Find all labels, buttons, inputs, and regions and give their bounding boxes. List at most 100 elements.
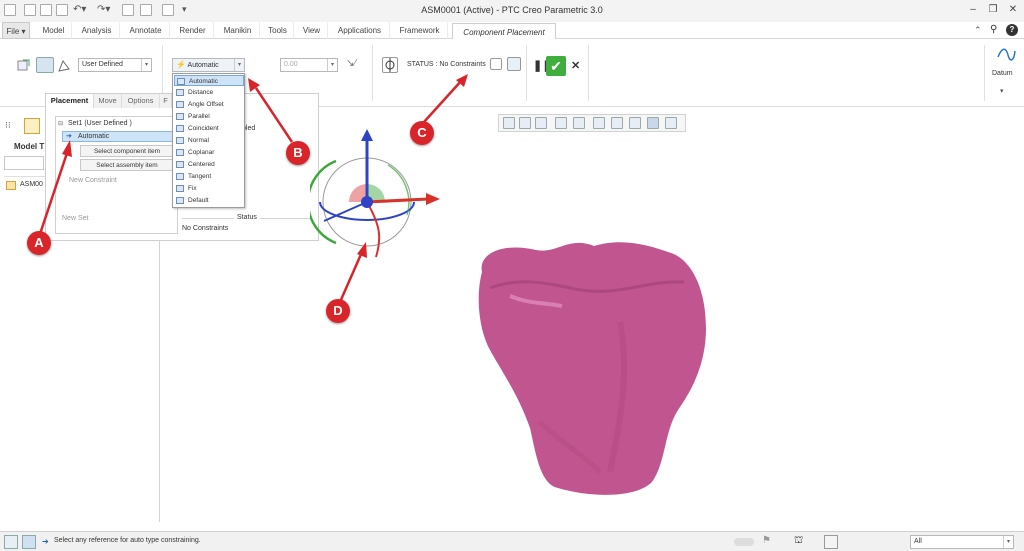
- select-assembly-item[interactable]: Select assembly item: [80, 159, 174, 171]
- tree-filter-icon[interactable]: ⁝⁝: [5, 120, 17, 132]
- tab-framework[interactable]: Framework: [392, 22, 448, 39]
- dragger-ring-x[interactable]: [366, 201, 381, 258]
- datum-icon[interactable]: [996, 45, 1016, 65]
- annotation-display-icon[interactable]: [665, 117, 677, 129]
- divider: [372, 45, 373, 101]
- menu-item-label: Coplanar: [188, 149, 215, 156]
- menu-item-default[interactable]: Default: [174, 195, 244, 206]
- tab-placement[interactable]: Placement: [46, 94, 94, 108]
- datum-label[interactable]: Datum: [992, 70, 1013, 77]
- tab-view[interactable]: View: [296, 22, 328, 39]
- select-component-item[interactable]: Select component item: [80, 145, 174, 157]
- show-navigator-icon[interactable]: [4, 535, 18, 549]
- menu-item-parallel[interactable]: Parallel: [174, 111, 244, 122]
- saved-orientations-icon[interactable]: [593, 117, 605, 129]
- parallel-icon: [176, 113, 184, 120]
- menu-item-angle-offset[interactable]: Angle Offset: [174, 99, 244, 110]
- zoom-out-icon[interactable]: [535, 117, 547, 129]
- new-constraint-link[interactable]: New Constraint: [69, 177, 117, 184]
- menu-item-coplanar[interactable]: Coplanar: [174, 147, 244, 158]
- regen-status-icon: [734, 538, 754, 546]
- flip-constraint-icon[interactable]: ↘⁄: [346, 58, 362, 72]
- tab-component-placement[interactable]: Component Placement: [452, 23, 556, 40]
- chevron-down-icon[interactable]: ▾: [1000, 87, 1004, 95]
- menu-item-label: Parallel: [188, 113, 210, 120]
- tab-move[interactable]: Move: [94, 94, 122, 108]
- selection-icon[interactable]: [824, 535, 838, 549]
- accept-button[interactable]: ✔: [546, 56, 566, 76]
- menu-item-normal[interactable]: Normal: [174, 135, 244, 146]
- perspective-icon[interactable]: [629, 117, 641, 129]
- menu-item-label: Angle Offset: [188, 101, 224, 108]
- show-component-icon[interactable]: [17, 58, 31, 72]
- restore-icon[interactable]: ❐: [986, 3, 1000, 17]
- offset-value: 0.00: [284, 61, 298, 68]
- assembly-axis-icon[interactable]: [382, 57, 398, 73]
- cancel-button[interactable]: ✕: [571, 59, 580, 72]
- selection-filter-select[interactable]: All ▾: [910, 535, 1014, 549]
- search-icon[interactable]: ⚲: [990, 24, 997, 35]
- status-value: No Constraints: [182, 225, 229, 232]
- divider: [588, 45, 589, 101]
- model-tree-root[interactable]: ASM00: [20, 181, 43, 188]
- constraint-type-value: Automatic: [187, 62, 219, 69]
- menu-item-automatic[interactable]: Automatic: [174, 75, 244, 86]
- file-menu[interactable]: File ▾: [2, 22, 30, 39]
- separate-window-icon[interactable]: [490, 58, 502, 70]
- zoom-in-icon[interactable]: [519, 117, 531, 129]
- datum-display-icon[interactable]: [647, 117, 659, 129]
- tab-analysis[interactable]: Analysis: [74, 22, 120, 39]
- tree-search-input[interactable]: [4, 156, 44, 170]
- arrow-right-icon: ➔: [42, 537, 49, 546]
- connection-type-select[interactable]: User Defined ▾: [78, 58, 152, 72]
- tab-flexibility[interactable]: F: [160, 94, 172, 108]
- menu-item-distance[interactable]: Distance: [174, 87, 244, 98]
- lightning-icon: ⚡: [176, 60, 186, 69]
- repaint-icon[interactable]: [555, 117, 567, 129]
- constraint-type-select[interactable]: ⚡ Automatic ▾: [172, 58, 245, 72]
- tab-annotate[interactable]: Annotate: [122, 22, 170, 39]
- folder-browser-icon[interactable]: [24, 118, 40, 134]
- menu-item-label: Coincident: [188, 125, 219, 132]
- set-label[interactable]: Set1 (User Defined ): [68, 120, 132, 127]
- collapse-icon[interactable]: ⊟: [58, 120, 63, 127]
- minimize-icon[interactable]: –: [966, 3, 980, 17]
- refit-icon[interactable]: [503, 117, 515, 129]
- status-bar: ➔ Select any reference for auto type con…: [0, 531, 1024, 551]
- flag-icon[interactable]: ⚑: [762, 535, 771, 546]
- arrow-right-icon[interactable]: [426, 193, 440, 205]
- tab-options[interactable]: Options: [122, 94, 160, 108]
- menu-item-tangent[interactable]: Tangent: [174, 171, 244, 182]
- user-defined-set-icon[interactable]: [36, 57, 54, 73]
- dragger-origin[interactable]: [361, 196, 373, 208]
- arrow-up-icon[interactable]: [361, 129, 373, 141]
- menu-item-coincident[interactable]: Coincident: [174, 123, 244, 134]
- menu-item-fix[interactable]: Fix: [174, 183, 244, 194]
- dragger-ring-z[interactable]: [387, 164, 410, 216]
- set-list: ⊟ Set1 (User Defined ) ➔ Automatic Selec…: [55, 116, 178, 234]
- coincident-icon: [176, 125, 184, 132]
- callout-c: C: [410, 121, 434, 145]
- menu-item-centered[interactable]: Centered: [174, 159, 244, 170]
- collapse-ribbon-icon[interactable]: ⌃: [974, 25, 982, 36]
- callout-a: A: [27, 231, 51, 255]
- view-manager-icon[interactable]: [611, 117, 623, 129]
- assembly-window-icon[interactable]: [507, 57, 521, 71]
- offset-input[interactable]: 0.00 ▾: [280, 58, 338, 72]
- show-browser-icon[interactable]: [22, 535, 36, 549]
- 3d-dragger[interactable]: [310, 125, 445, 260]
- mechanism-icon[interactable]: [57, 59, 71, 73]
- tab-applications[interactable]: Applications: [330, 22, 390, 39]
- new-set-link[interactable]: New Set: [62, 215, 88, 222]
- part-model[interactable]: [470, 232, 720, 502]
- display-style-icon[interactable]: [573, 117, 585, 129]
- constraint-row-selected[interactable]: ➔ Automatic: [62, 131, 174, 142]
- close-icon[interactable]: ✕: [1006, 3, 1020, 17]
- tab-manikin[interactable]: Manikin: [216, 22, 260, 39]
- tab-model[interactable]: Model: [36, 22, 72, 39]
- chevron-down-icon: ▾: [141, 59, 151, 71]
- tab-render[interactable]: Render: [172, 22, 214, 39]
- tab-tools[interactable]: Tools: [262, 22, 294, 39]
- help-icon[interactable]: ?: [1006, 24, 1018, 36]
- smart-filter-icon[interactable]: ⛫: [794, 535, 803, 548]
